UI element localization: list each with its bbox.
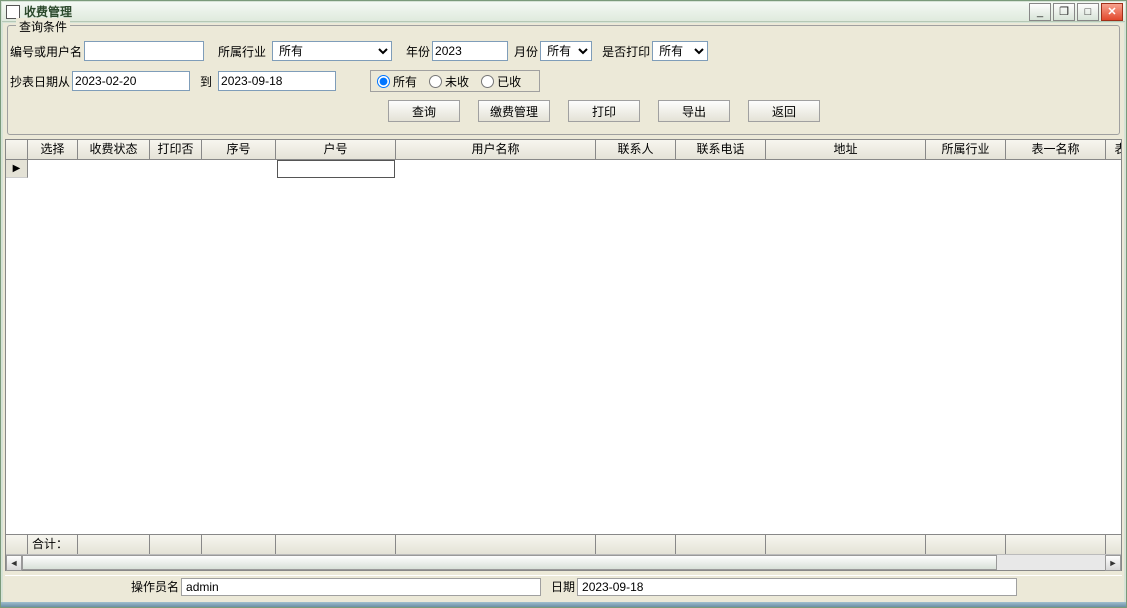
user-field-input[interactable] [84, 41, 204, 61]
radio-all-label[interactable]: 所有 [377, 73, 417, 90]
horizontal-scrollbar[interactable]: ◄ ► [6, 554, 1121, 570]
radio-paid[interactable] [481, 75, 494, 88]
restore-button[interactable]: ❐ [1053, 3, 1075, 21]
date-from-input[interactable] [72, 71, 190, 91]
query-button[interactable]: 查询 [388, 100, 460, 122]
close-button[interactable]: ✕ [1101, 3, 1123, 21]
radio-paid-label[interactable]: 已收 [481, 73, 521, 90]
column-header[interactable]: 表一名称 [1006, 140, 1106, 160]
industry-select[interactable]: 所有 [272, 41, 392, 61]
date-value: 2023-09-18 [577, 578, 1017, 596]
column-header[interactable]: 打印否 [150, 140, 202, 160]
printed-select[interactable]: 所有 [652, 41, 708, 61]
footer-cell [150, 535, 202, 554]
data-grid[interactable]: 选择收费状态打印否序号户号用户名称联系人联系电话地址所属行业表一名称表 ▶ 合计… [5, 139, 1122, 571]
footer-cell [766, 535, 926, 554]
footer-total-label: 合计： [28, 535, 78, 554]
titlebar: 收费管理 _ ❐ □ ✕ [2, 2, 1125, 22]
footer-cell [926, 535, 1006, 554]
date-label: 日期 [551, 578, 575, 595]
column-header[interactable]: 用户名称 [396, 140, 596, 160]
scroll-right-icon[interactable]: ► [1105, 555, 1121, 571]
groupbox-label: 查询条件 [16, 18, 70, 35]
column-header[interactable] [6, 140, 28, 160]
footer-cell [396, 535, 596, 554]
radio-unpaid-label[interactable]: 未收 [429, 73, 469, 90]
app-window: 收费管理 _ ❐ □ ✕ 查询条件 编号或用户名 所属行业 所有 年 [0, 0, 1127, 608]
maximize-button[interactable]: □ [1077, 3, 1099, 21]
grid-body[interactable]: ▶ [6, 160, 1121, 534]
footer-cell [78, 535, 150, 554]
active-cell[interactable] [277, 160, 395, 178]
column-header[interactable]: 地址 [766, 140, 926, 160]
column-header[interactable]: 序号 [202, 140, 276, 160]
scroll-thumb[interactable] [22, 555, 997, 570]
year-input[interactable] [432, 41, 508, 61]
footer-cell [202, 535, 276, 554]
print-button[interactable]: 打印 [568, 100, 640, 122]
footer-cell [676, 535, 766, 554]
grid-header: 选择收费状态打印否序号户号用户名称联系人联系电话地址所属行业表一名称表 [6, 140, 1121, 160]
status-bar: 操作员名 admin 日期 2023-09-18 [5, 575, 1122, 597]
date-from-label: 抄表日期从 [10, 73, 70, 90]
client-area: 查询条件 编号或用户名 所属行业 所有 年份 月份 所有 [3, 23, 1124, 603]
column-header[interactable]: 表 [1106, 140, 1121, 160]
printed-field-label: 是否打印 [602, 43, 650, 60]
footer-cell [596, 535, 676, 554]
footer-cell [276, 535, 396, 554]
industry-field-label: 所属行业 [218, 43, 266, 60]
scroll-track[interactable] [22, 555, 1105, 570]
radio-all[interactable] [377, 75, 390, 88]
footer-cell [1006, 535, 1106, 554]
query-groupbox: 查询条件 编号或用户名 所属行业 所有 年份 月份 所有 [7, 25, 1120, 135]
column-header[interactable]: 所属行业 [926, 140, 1006, 160]
grid-footer: 合计： [6, 534, 1121, 554]
operator-value: admin [181, 578, 541, 596]
system-menu-icon[interactable] [6, 5, 20, 19]
column-header[interactable]: 联系人 [596, 140, 676, 160]
month-select[interactable]: 所有 [540, 41, 592, 61]
fee-manage-button[interactable]: 缴费管理 [478, 100, 550, 122]
export-button[interactable]: 导出 [658, 100, 730, 122]
column-header[interactable]: 联系电话 [676, 140, 766, 160]
column-header[interactable]: 收费状态 [78, 140, 150, 160]
user-field-label: 编号或用户名 [10, 43, 82, 60]
month-field-label: 月份 [514, 43, 538, 60]
radio-unpaid[interactable] [429, 75, 442, 88]
row-indicator-icon: ▶ [6, 160, 28, 178]
paid-status-radio-group: 所有 未收 已收 [370, 70, 540, 92]
year-field-label: 年份 [406, 43, 430, 60]
scroll-left-icon[interactable]: ◄ [6, 555, 22, 571]
date-to-input[interactable] [218, 71, 336, 91]
column-header[interactable]: 户号 [276, 140, 396, 160]
footer-cell [6, 535, 28, 554]
minimize-button[interactable]: _ [1029, 3, 1051, 21]
back-button[interactable]: 返回 [748, 100, 820, 122]
date-to-label: 到 [200, 73, 212, 90]
footer-cell [1106, 535, 1121, 554]
window-bottom-border [1, 602, 1126, 607]
operator-label: 操作员名 [131, 578, 179, 595]
column-header[interactable]: 选择 [28, 140, 78, 160]
